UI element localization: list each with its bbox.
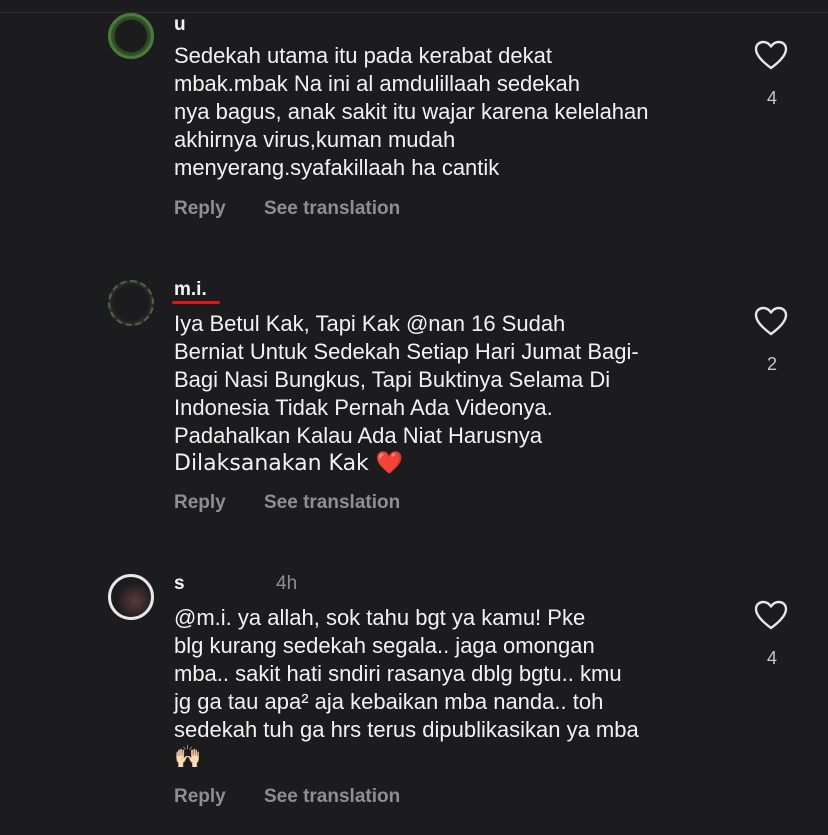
avatar[interactable] [108, 574, 154, 620]
comment-line: mba.. sakit hati sndiri rasanya dblg bgt… [174, 661, 622, 686]
comment-line: Dilaksanakan Kak ❤️ [174, 451, 404, 476]
comment-line: Berniat Untuk Sedekah Setiap Hari Jumat … [174, 339, 639, 364]
comment-line: blg kurang sedekah segala.. jaga omongan [174, 633, 595, 658]
comment-line: Sedekah utama itu pada kerabat dekat [174, 43, 552, 68]
avatar[interactable] [108, 280, 154, 326]
heart-outline-icon[interactable] [754, 600, 788, 630]
comment-username[interactable]: u [174, 14, 186, 36]
comment-username[interactable]: s [174, 573, 185, 595]
comments-screen: u Sedekah utama itu pada kerabat dekat m… [0, 0, 828, 835]
comment-line: mbak.mbak Na ini al amdulillaah sedekah [174, 71, 580, 96]
reply-button[interactable]: Reply [174, 786, 226, 808]
like-count: 2 [766, 354, 777, 374]
comment-line: akhirnya virus,kuman mudah [174, 127, 456, 152]
comment-line: @m.i. ya allah, sok tahu bgt ya kamu! Pk… [174, 605, 586, 630]
see-translation-button[interactable]: See translation [264, 198, 400, 220]
avatar[interactable] [108, 13, 154, 59]
reply-button[interactable]: Reply [174, 492, 226, 514]
see-translation-button[interactable]: See translation [264, 786, 400, 808]
comment-text: @m.i. ya allah, sok tahu bgt ya kamu! Pk… [174, 604, 734, 772]
see-translation-button[interactable]: See translation [264, 492, 400, 514]
red-underline-mark [172, 301, 220, 304]
comment-line: Bagi Nasi Bungkus, Tapi Buktinya Selama … [174, 367, 611, 392]
comment-line: menyerang.syafakillaah ha cantik [174, 155, 500, 180]
like-count: 4 [766, 88, 777, 108]
comment-line: nya bagus, anak sakit itu wajar karena k… [174, 99, 649, 124]
comment-timestamp: 4h [276, 573, 298, 594]
heart-outline-icon[interactable] [754, 306, 788, 336]
like-count: 4 [766, 648, 777, 668]
comment-line: Iya Betul Kak, Tapi Kak @nan 16 Sudah [174, 311, 566, 336]
comment-username[interactable]: m.i. [174, 279, 207, 301]
comment-text: Sedekah utama itu pada kerabat dekat mba… [174, 42, 734, 182]
comment-text: Iya Betul Kak, Tapi Kak @nan 16 Sudah Be… [174, 310, 734, 478]
heart-outline-icon[interactable] [754, 40, 788, 70]
comment-line: sedekah tuh ga hrs terus dipublikasikan … [174, 717, 639, 742]
comment-line: Indonesia Tidak Pernah Ada Videonya. [174, 395, 553, 420]
comment-line: 🙌🏻 [174, 745, 202, 770]
comment-line: jg ga tau apa² aja kebaikan mba nanda.. … [174, 689, 604, 714]
comment-line: Padahalkan Kalau Ada Niat Harusnya [174, 423, 543, 448]
reply-button[interactable]: Reply [174, 198, 226, 220]
